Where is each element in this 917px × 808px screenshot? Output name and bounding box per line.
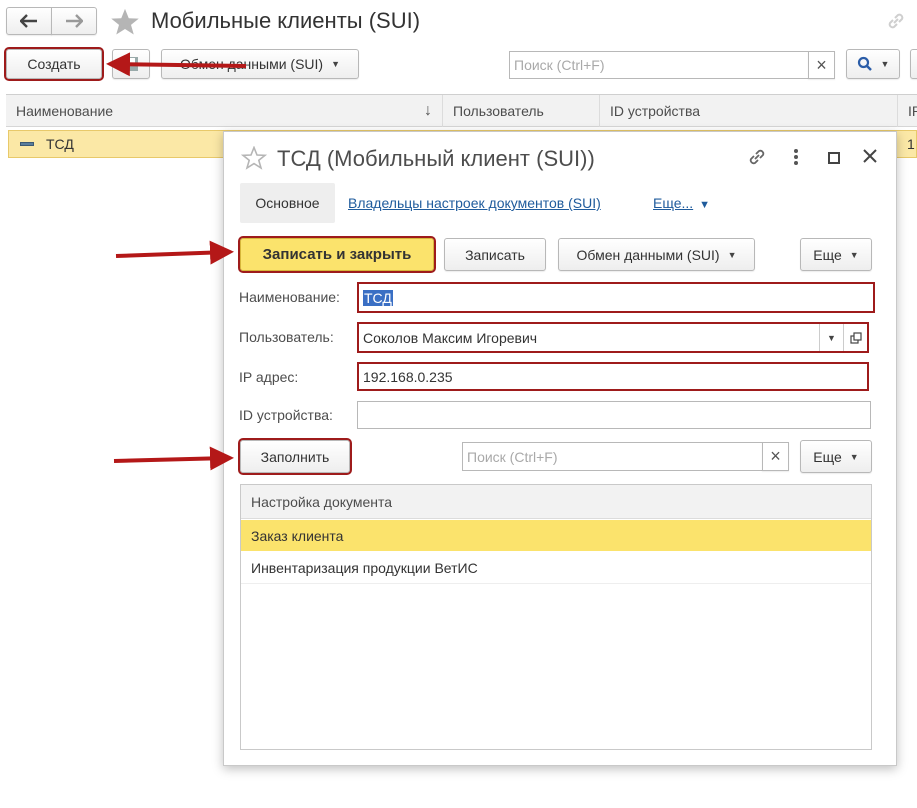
annotation-arrows <box>106 52 247 471</box>
arrow-to-fill <box>113 446 234 471</box>
arrow-to-save-close <box>115 240 234 265</box>
arrow-to-create <box>106 52 247 77</box>
